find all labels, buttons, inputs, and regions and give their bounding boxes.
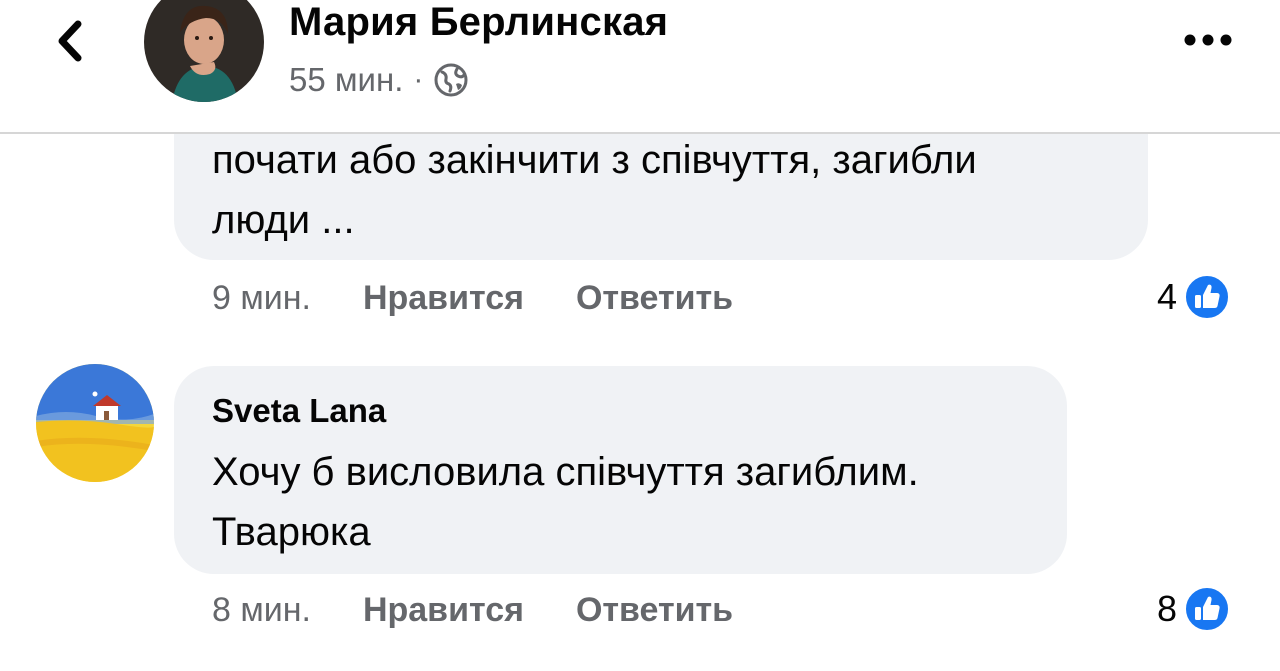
avatar-image: [144, 0, 264, 102]
author-avatar[interactable]: [144, 0, 264, 102]
commenter-name[interactable]: Sveta Lana: [212, 392, 386, 430]
comment-text: Хочу б висловила співчуття загиблим. Тва…: [212, 442, 919, 562]
post-meta: 55 мин. ·: [289, 58, 469, 102]
reactions-summary[interactable]: 8: [1157, 584, 1231, 634]
like-link[interactable]: Нравится: [363, 279, 524, 318]
like-icon: [1184, 586, 1231, 632]
post-header: Мария Берлинская 55 мин. ·: [0, 0, 1280, 134]
chevron-left-icon: [58, 20, 82, 62]
post-time[interactable]: 55 мин.: [289, 61, 403, 99]
meta-separator: ·: [413, 63, 424, 96]
more-options-button[interactable]: [1178, 25, 1238, 55]
comment-bubble[interactable]: Sveta Lana Хочу б висловила співчуття за…: [174, 366, 1067, 574]
reply-link[interactable]: Ответить: [576, 279, 733, 318]
comment-time: 9 мин.: [212, 278, 311, 317]
avatar-image: [36, 364, 154, 482]
comment-text-line: люди ...: [212, 198, 355, 242]
comment-text: почати або закінчити з співчуття, загибл…: [212, 130, 977, 250]
comment-actions: 9 мин. Нравится Ответить: [212, 273, 733, 323]
comment-text-line: Хочу б висловила співчуття загиблим.: [212, 450, 919, 494]
comment-time: 8 мин.: [212, 590, 311, 629]
reactions-summary[interactable]: 4: [1157, 272, 1231, 322]
globe-icon: [434, 63, 468, 97]
reaction-count: 4: [1157, 276, 1178, 317]
commenter-avatar[interactable]: [36, 364, 154, 482]
comment-actions: 8 мин. Нравится Ответить: [212, 585, 733, 635]
more-horizontal-icon: [1184, 34, 1232, 46]
comment-text-line: Тварюка: [212, 510, 371, 554]
post-author-name[interactable]: Мария Берлинская: [289, 0, 668, 45]
like-icon: [1184, 274, 1231, 320]
reply-link[interactable]: Ответить: [576, 591, 733, 630]
comment-text-line: почати або закінчити з співчуття, загибл…: [212, 138, 977, 182]
reaction-count: 8: [1157, 588, 1178, 629]
back-button[interactable]: [48, 14, 92, 68]
like-link[interactable]: Нравится: [363, 591, 524, 630]
